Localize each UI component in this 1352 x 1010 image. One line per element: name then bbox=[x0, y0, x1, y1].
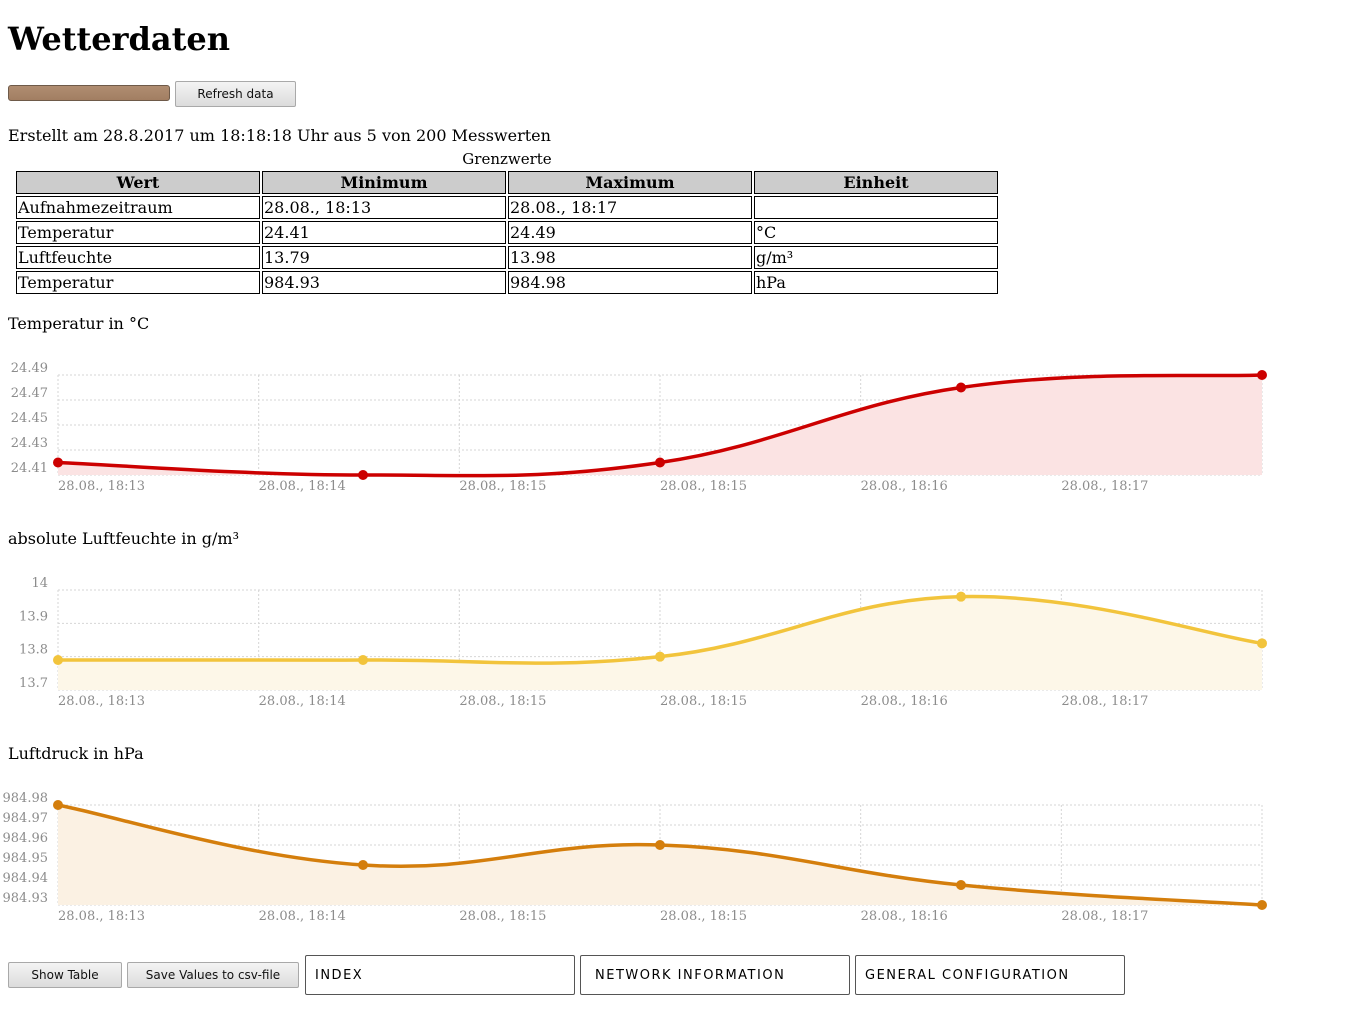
nav-general-configuration-button[interactable]: GENERAL CONFIGURATION bbox=[855, 955, 1125, 995]
y-tick-label: 24.43 bbox=[11, 436, 48, 451]
page-title: Wetterdaten bbox=[8, 20, 230, 58]
table-row: Temperatur 984.93 984.98 hPa bbox=[16, 271, 998, 294]
y-tick-label: 984.95 bbox=[3, 851, 49, 866]
y-tick-label: 984.96 bbox=[3, 831, 49, 846]
limits-table: Grenzwerte Wert Minimum Maximum Einheit … bbox=[14, 150, 1000, 296]
table-cell: Temperatur bbox=[16, 271, 260, 294]
save-csv-button[interactable]: Save Values to csv-file bbox=[127, 962, 299, 988]
chart-title-humidity: absolute Luftfeuchte in g/m³ bbox=[8, 529, 239, 548]
x-tick-label: 28.08., 18:15 bbox=[660, 479, 747, 494]
x-tick-label: 28.08., 18:15 bbox=[459, 694, 546, 709]
data-point bbox=[1257, 370, 1267, 380]
data-point bbox=[358, 655, 369, 665]
pressure-chart: 984.93 984.94 984.95 984.96 984.97 984.98 28.0… bbox=[3, 791, 1267, 924]
table-row: Aufnahmezeitraum 28.08., 18:13 28.08., 1… bbox=[16, 196, 998, 219]
temperature-chart: 24.41 24.43 24.45 24.47 24.49 28.08., 18:13 28… bbox=[11, 361, 1267, 494]
data-point bbox=[956, 591, 966, 602]
data-point bbox=[1257, 900, 1267, 910]
y-tick-label: 13.7 bbox=[19, 676, 48, 691]
table-header-row: Wert Minimum Maximum Einheit bbox=[16, 171, 998, 194]
y-tick-label: 984.93 bbox=[3, 891, 49, 906]
x-tick-label: 28.08., 18:17 bbox=[1061, 909, 1148, 924]
table-row: Luftfeuchte 13.79 13.98 g/m³ bbox=[16, 246, 998, 269]
x-tick-label: 28.08., 18:15 bbox=[660, 694, 747, 709]
table-header: Minimum bbox=[262, 171, 506, 194]
data-point bbox=[358, 860, 369, 870]
limits-table-caption: Grenzwerte bbox=[462, 150, 552, 168]
data-point bbox=[53, 800, 63, 810]
y-tick-label: 984.94 bbox=[3, 871, 49, 886]
x-tick-label: 28.08., 18:13 bbox=[58, 479, 145, 494]
table-cell: 24.41 bbox=[262, 221, 506, 244]
x-tick-label: 28.08., 18:15 bbox=[459, 479, 546, 494]
data-point bbox=[53, 655, 63, 665]
x-tick-label: 28.08., 18:15 bbox=[660, 909, 747, 924]
table-row: Temperatur 24.41 24.49 °C bbox=[16, 221, 998, 244]
table-header: Wert bbox=[16, 171, 260, 194]
table-cell: 13.98 bbox=[508, 246, 752, 269]
table-cell: Luftfeuchte bbox=[16, 246, 260, 269]
y-tick-label: 14 bbox=[31, 576, 48, 591]
humidity-chart: 13.7 13.8 13.9 14 28.08., 18:13 28.08., 18:14… bbox=[19, 576, 1267, 709]
x-tick-label: 28.08., 18:13 bbox=[58, 909, 145, 924]
table-cell: 13.79 bbox=[262, 246, 506, 269]
data-point bbox=[358, 470, 369, 480]
table-cell: 24.49 bbox=[508, 221, 752, 244]
data-point bbox=[1257, 638, 1267, 649]
y-tick-label: 13.9 bbox=[19, 609, 48, 624]
x-tick-label: 28.08., 18:13 bbox=[58, 694, 145, 709]
table-cell: g/m³ bbox=[754, 246, 998, 269]
table-cell: Temperatur bbox=[16, 221, 260, 244]
data-point bbox=[53, 457, 63, 468]
table-cell: 984.98 bbox=[508, 271, 752, 294]
data-point bbox=[655, 651, 665, 662]
chart-title-pressure: Luftdruck in hPa bbox=[8, 744, 144, 763]
x-tick-label: 28.08., 18:14 bbox=[259, 909, 346, 924]
data-point bbox=[956, 880, 966, 890]
x-tick-label: 28.08., 18:16 bbox=[861, 694, 948, 709]
x-tick-label: 28.08., 18:16 bbox=[861, 479, 948, 494]
y-tick-label: 984.97 bbox=[3, 811, 49, 826]
y-tick-label: 13.8 bbox=[19, 643, 48, 658]
nav-index-button[interactable]: INDEX bbox=[305, 955, 575, 995]
x-tick-label: 28.08., 18:16 bbox=[861, 909, 948, 924]
info-text: Erstellt am 28.8.2017 um 18:18:18 Uhr au… bbox=[8, 126, 551, 145]
table-cell: 28.08., 18:13 bbox=[262, 196, 506, 219]
x-tick-label: 28.08., 18:14 bbox=[259, 694, 346, 709]
y-tick-label: 24.49 bbox=[11, 361, 48, 376]
chart-title-temperature: Temperatur in °C bbox=[8, 314, 150, 333]
progress-bar bbox=[8, 85, 170, 101]
table-cell: °C bbox=[754, 221, 998, 244]
x-tick-label: 28.08., 18:14 bbox=[259, 479, 346, 494]
x-tick-label: 28.08., 18:17 bbox=[1061, 694, 1148, 709]
data-point bbox=[655, 840, 665, 850]
y-tick-label: 24.41 bbox=[11, 461, 48, 476]
nav-network-information-button[interactable]: NETWORK INFORMATION bbox=[580, 955, 850, 995]
data-point bbox=[956, 382, 966, 393]
y-tick-label: 24.47 bbox=[11, 386, 48, 401]
show-table-button[interactable]: Show Table bbox=[8, 962, 122, 988]
table-cell: hPa bbox=[754, 271, 998, 294]
table-cell: Aufnahmezeitraum bbox=[16, 196, 260, 219]
y-tick-label: 984.98 bbox=[3, 791, 49, 806]
table-header: Einheit bbox=[754, 171, 998, 194]
table-cell: 28.08., 18:17 bbox=[508, 196, 752, 219]
refresh-data-button[interactable]: Refresh data bbox=[175, 81, 296, 107]
area-fill bbox=[58, 805, 1262, 905]
y-tick-label: 24.45 bbox=[11, 411, 48, 426]
table-header: Maximum bbox=[508, 171, 752, 194]
x-tick-label: 28.08., 18:17 bbox=[1061, 479, 1148, 494]
table-cell: 984.93 bbox=[262, 271, 506, 294]
table-cell bbox=[754, 196, 998, 219]
data-point bbox=[655, 457, 665, 468]
x-tick-label: 28.08., 18:15 bbox=[459, 909, 546, 924]
